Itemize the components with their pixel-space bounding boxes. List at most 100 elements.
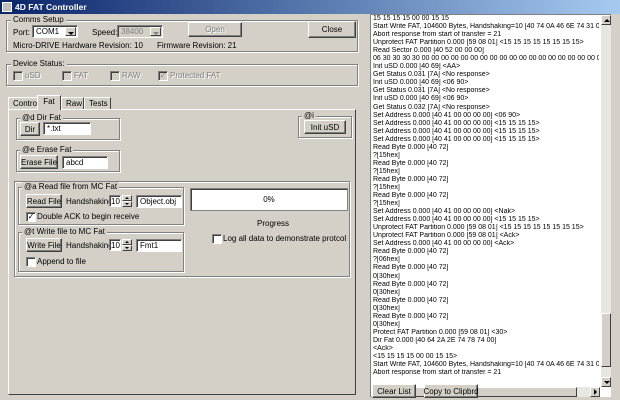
log-line: ?[06hex] — [373, 256, 400, 264]
write-file-button[interactable]: Write File — [26, 238, 62, 252]
log-line: ?[15hex] — [373, 183, 400, 191]
copy-to-clipboard-button[interactable]: Copy to Clipbrd — [423, 384, 479, 398]
port-value: COM1 — [36, 27, 60, 36]
log-line: Abort response from start of transfer = … — [373, 31, 502, 39]
log-line: ?[15hex] — [373, 167, 400, 175]
fat-label: FAT — [74, 71, 89, 80]
speed-select[interactable]: 38400 — [117, 25, 163, 38]
read-handshaking-stepper[interactable] — [122, 195, 132, 207]
log-line: 06 30 30 30 30 00 00 00 00 00 00 00 00 0… — [373, 55, 599, 63]
log-line: ?[15hex] — [373, 151, 400, 159]
log-line: Set Address 0.000 [40 41 00 00 00 00] <A… — [373, 240, 515, 248]
log-line: Read Byte 0.000 [40 72] — [373, 159, 449, 167]
stepper-down-icon[interactable] — [122, 201, 132, 207]
log-line: 0[30hex] — [373, 320, 400, 328]
log-line: Read Byte 0.000 [40 72] — [373, 192, 449, 200]
double-ack-label: Double ACK to begin receive — [37, 212, 140, 221]
device-name: Micro-DRIVE — [13, 41, 60, 50]
protected-fat-checkbox[interactable]: ✓ — [158, 71, 168, 81]
dir-button[interactable]: Dir — [20, 122, 40, 136]
usd-checkbox[interactable] — [13, 71, 23, 81]
port-label: Port: — [13, 28, 30, 37]
log-line: Unprotect FAT Partition 0.000 [59 08 01]… — [373, 39, 584, 47]
scroll-thumb[interactable] — [601, 313, 611, 367]
hardware-revision: Hardware Revision: 10 — [62, 41, 143, 50]
chevron-down-icon[interactable] — [150, 27, 161, 36]
log-line: 15 15 15 15 00 00 15 15 — [373, 15, 449, 22]
speed-label: Speed: — [92, 28, 118, 37]
fat-checkbox[interactable] — [62, 71, 72, 81]
dir-pattern-input[interactable]: *.txt — [43, 122, 91, 135]
log-line: Read Byte 0.000 [40 72] — [373, 143, 449, 151]
protected-fat-label: Protected FAT — [170, 71, 221, 80]
tab-control[interactable]: Control — [8, 97, 39, 109]
log-line: Set Address 0.000 [40 41 00 00 00 00] <1… — [373, 135, 540, 143]
write-handshaking-stepper[interactable] — [122, 239, 132, 251]
progress-value: 0% — [263, 195, 275, 204]
port-select[interactable]: COM1 — [32, 25, 78, 38]
raw-label: RAW — [122, 71, 141, 80]
read-file-label: @a Read file from MC Fat — [22, 182, 120, 192]
scroll-right-icon[interactable] — [590, 387, 600, 397]
double-ack-checkbox[interactable]: ✓ — [26, 212, 36, 222]
log-line: 0[30hex] — [373, 288, 400, 296]
firmware-revision: Firmware Revision: 21 — [157, 41, 237, 50]
log-line: 0[30hex] — [373, 304, 400, 312]
log-line: ?[15hex] — [373, 200, 400, 208]
progress-bar: 0% — [190, 188, 348, 211]
log-line: Protect FAT Partition 0.000 [59 08 01] <… — [373, 328, 508, 336]
title-bar: 4D FAT Controller — [0, 0, 620, 14]
log-vertical-scrollbar[interactable] — [601, 15, 611, 387]
log-line: <Ack> — [373, 344, 393, 352]
stepper-down-icon[interactable] — [122, 245, 132, 251]
log-line: Read Byte 0.000 [40 72] — [373, 280, 449, 288]
device-status-label: Device Status: — [11, 59, 67, 69]
log-line: Dir Fat 0.000 [40 64 2A 2E 74 78 74 00] — [373, 336, 497, 344]
chevron-down-icon[interactable] — [65, 27, 76, 36]
log-line: Unprotect FAT Partition 0.000 [59 08 01]… — [373, 232, 520, 240]
log-all-checkbox[interactable] — [212, 234, 222, 244]
close-button[interactable]: Close — [308, 21, 356, 38]
tab-fat[interactable]: Fat — [37, 95, 61, 110]
tab-tests[interactable]: Tests — [84, 97, 111, 109]
log-line: Get Status 0.032 [7A] <No response> — [373, 103, 490, 111]
open-button[interactable]: Open — [188, 22, 242, 37]
scroll-down-icon[interactable] — [601, 377, 611, 387]
append-checkbox[interactable] — [26, 257, 36, 267]
write-handshaking-input[interactable]: 10 — [109, 239, 121, 251]
raw-checkbox[interactable] — [110, 71, 120, 81]
scroll-up-icon[interactable] — [601, 15, 611, 25]
usd-label: uSD — [25, 71, 41, 80]
log-line: Set Address 0.000 [40 41 00 00 00 00] <1… — [373, 216, 540, 224]
write-file-label: @t Write file to MC Fat — [22, 227, 107, 237]
clear-list-button[interactable]: Clear List — [372, 384, 416, 398]
read-filename-input[interactable]: Object.obj — [136, 195, 182, 208]
log-line: Set Address 0.000 [40 41 00 00 00 00] <1… — [373, 119, 540, 127]
log-line: Start Write FAT, 104600 Bytes, Handshaki… — [373, 361, 599, 369]
log-line: Unprotect FAT Partition 0.000 [59 08 01]… — [373, 224, 584, 232]
log-line: Get Status 0.031 [7A] <No response> — [373, 71, 490, 79]
log-line: <15 15 15 15 00 00 15 15> — [373, 352, 458, 360]
log-line: Read Byte 0.000 [40 72] — [373, 312, 449, 320]
log-all-label: Log all data to demonstrate protcol — [223, 234, 347, 243]
erase-fat-label: @e Erase Fat — [20, 145, 74, 155]
log-line: Read Sector 0.000 [40 52 00 00 00] — [373, 47, 484, 55]
app-icon — [2, 2, 12, 12]
erase-filename-input[interactable]: abcd — [62, 156, 108, 169]
progress-label: Progress — [257, 219, 290, 228]
comms-setup-label: Comms Setup — [11, 15, 66, 25]
init-usd-button[interactable]: Init uSD — [304, 120, 346, 134]
erase-file-button[interactable]: Erase File — [20, 155, 58, 169]
log-line: 0[30hex] — [373, 272, 400, 280]
write-handshaking-label: Handshaking — [66, 241, 113, 250]
log-line: Get Status 0.031 [7A] <No response> — [373, 87, 490, 95]
log-line: Read Byte 0.000 [40 72] — [373, 248, 449, 256]
log-line: Read Byte 0.000 [40 72] — [373, 296, 449, 304]
log-line: Init uSD 0.000 [40 69] <AA> — [373, 63, 461, 71]
write-filename-input[interactable]: Fmt1 — [136, 239, 182, 252]
log-line: Read Byte 0.000 [40 72] — [373, 264, 449, 272]
log-list[interactable]: 15 15 15 15 00 00 15 15 Start Write FAT, … — [370, 14, 611, 397]
read-handshaking-input[interactable]: 10 — [109, 195, 121, 207]
read-file-button[interactable]: Read File — [26, 194, 62, 208]
tab-raw[interactable]: Raw — [61, 97, 84, 109]
